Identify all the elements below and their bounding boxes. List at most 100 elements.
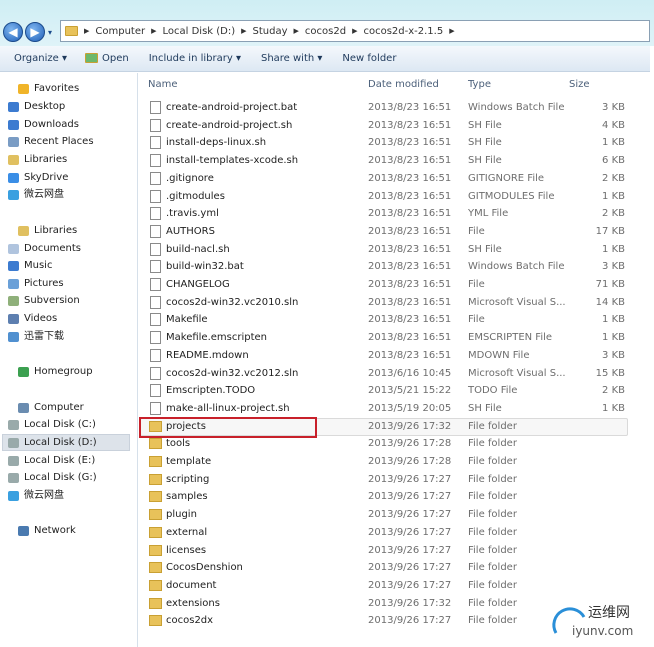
file-row[interactable]: CHANGELOG 2013/8/23 16:51 File 71 KB	[140, 276, 630, 293]
file-row[interactable]: samples 2013/9/26 17:27 File folder	[140, 488, 630, 505]
sidebar-item[interactable]: Local Disk (G:)	[8, 470, 97, 486]
sidebar-item[interactable]: Network	[18, 523, 76, 539]
sidebar-item[interactable]: 微云网盘	[8, 187, 64, 203]
file-row[interactable]: Emscripten.TODO 2013/5/21 15:22 TODO File 2…	[140, 382, 630, 399]
file-type: Windows Batch File	[468, 261, 565, 273]
share-with-button[interactable]: Share with ▾	[261, 53, 322, 64]
sidebar-item[interactable]: Downloads	[8, 117, 79, 133]
sidebar-item[interactable]: Documents	[8, 241, 81, 257]
file-name: Makefile	[166, 314, 208, 326]
sidebar-item[interactable]: Desktop	[8, 99, 65, 115]
sidebar-item[interactable]: Local Disk (D:)	[8, 435, 97, 451]
file-row[interactable]: external 2013/9/26 17:27 File folder	[140, 524, 630, 541]
file-row[interactable]: template 2013/9/26 17:28 File folder	[140, 453, 630, 470]
sidebar-item[interactable]: Homegroup	[18, 364, 93, 380]
file-row[interactable]: README.mdown 2013/8/23 16:51 MDOWN File 3 K…	[140, 347, 630, 364]
file-type: File folder	[468, 438, 517, 450]
file-row[interactable]: AUTHORS 2013/8/23 16:51 File 17 KB	[140, 223, 630, 240]
file-row[interactable]: create-android-project.sh 2013/8/23 16:51…	[140, 117, 630, 134]
file-size: 71 KB	[595, 279, 625, 290]
file-name: external	[166, 526, 208, 538]
file-date: 2013/8/23 16:51	[368, 332, 452, 344]
file-row[interactable]: CocosDenshion 2013/9/26 17:27 File folder	[140, 559, 630, 576]
file-icon	[150, 348, 161, 362]
sidebar-item-label: Music	[24, 260, 53, 271]
file-name: cocos2d-win32.vc2010.sln	[166, 296, 299, 308]
sidebar-item[interactable]: Libraries	[18, 223, 77, 239]
sidebar-item-icon	[8, 438, 19, 448]
file-type: File folder	[468, 473, 517, 485]
sidebar-item[interactable]: Computer	[18, 400, 84, 416]
sidebar-item[interactable]: Favorites	[18, 81, 79, 97]
file-type: GITIGNORE File	[468, 172, 545, 184]
sidebar-item[interactable]: Local Disk (E:)	[8, 453, 95, 469]
sidebar-item[interactable]: Libraries	[8, 152, 67, 168]
file-row[interactable]: document 2013/9/26 17:27 File folder	[140, 577, 630, 594]
file-name: template	[166, 456, 212, 467]
breadcrumb-separator-icon[interactable]: ▶	[151, 27, 156, 35]
file-row[interactable]: cocos2d-win32.vc2010.sln 2013/8/23 16:51 M…	[140, 294, 630, 311]
breadcrumb-separator-icon[interactable]: ▶	[241, 27, 246, 35]
address-bar[interactable]: ▶ Computer ▶ Local Disk (D:) ▶ Studay ▶ cocos2d…	[60, 20, 650, 42]
breadcrumb-separator-icon[interactable]: ▶	[84, 27, 89, 35]
column-headers: Name Date modified Type Size	[139, 74, 629, 94]
file-name: samples	[166, 491, 208, 503]
file-row[interactable]: install-deps-linux.sh 2013/8/23 16:51 SH F…	[140, 134, 630, 151]
breadcrumb-item[interactable]: cocos2d-x-2.1.5	[363, 26, 443, 37]
file-size: 1 KB	[602, 314, 625, 326]
file-row[interactable]: build-win32.bat 2013/8/23 16:51 Windows Ba…	[140, 258, 630, 275]
file-row[interactable]: Makefile 2013/8/23 16:51 File 1 KB	[140, 311, 630, 328]
breadcrumb-item[interactable]: Computer	[95, 26, 145, 37]
column-date-modified[interactable]: Date modified	[368, 79, 439, 90]
sidebar-item[interactable]: 微云网盘	[8, 488, 64, 504]
file-date: 2013/9/26 17:27	[368, 562, 452, 574]
file-row[interactable]: make-all-linux-project.sh 2013/5/19 20:05…	[140, 400, 630, 417]
file-row[interactable]: cocos2d-win32.vc2012.sln 2013/6/16 10:45 M…	[140, 365, 630, 382]
sidebar-item[interactable]: 迅雷下载	[8, 329, 64, 345]
file-row[interactable]: scripting 2013/9/26 17:27 File folder	[140, 471, 630, 488]
include-in-library-button[interactable]: Include in library ▾	[149, 53, 241, 64]
file-row[interactable]: plugin 2013/9/26 17:27 File folder	[140, 506, 630, 523]
folder-icon	[149, 544, 162, 556]
file-name: licenses	[166, 544, 207, 556]
column-name[interactable]: Name	[148, 79, 178, 90]
file-row[interactable]: build-nacl.sh 2013/8/23 16:51 SH File 1 KB	[140, 241, 630, 258]
breadcrumb-item[interactable]: cocos2d	[305, 26, 346, 37]
open-button[interactable]: Open	[85, 53, 129, 64]
breadcrumb-item[interactable]: Studay	[253, 26, 288, 37]
file-row[interactable]: .gitignore 2013/8/23 16:51 GITIGNORE File 2…	[140, 170, 630, 187]
new-folder-button[interactable]: New folder	[342, 53, 396, 64]
file-row[interactable]: install-templates-xcode.sh 2013/8/23 16:5…	[140, 152, 630, 169]
file-name: CocosDenshion	[166, 562, 243, 574]
file-row[interactable]: Makefile.emscripten 2013/8/23 16:51 EMSCRI…	[140, 329, 630, 346]
file-name: CHANGELOG	[166, 279, 230, 290]
recent-pages-dropdown-icon[interactable]: ▾	[48, 28, 52, 37]
sidebar-item[interactable]: Music	[8, 258, 53, 274]
file-name: extensions	[166, 597, 220, 609]
file-size: 3 KB	[602, 102, 625, 113]
file-row[interactable]: .gitmodules 2013/8/23 16:51 GITMODULES Fil…	[140, 188, 630, 205]
sidebar-item[interactable]: Recent Places	[8, 134, 94, 150]
svg-text:运维网: 运维网	[588, 605, 630, 621]
file-row[interactable]: create-android-project.bat 2013/8/23 16:5…	[140, 99, 630, 116]
sidebar-item[interactable]: Local Disk (C:)	[8, 417, 96, 433]
column-size[interactable]: Size	[569, 79, 590, 90]
breadcrumb-separator-icon[interactable]: ▶	[449, 27, 454, 35]
sidebar-item[interactable]: Pictures	[8, 276, 64, 292]
back-button[interactable]: ◀	[3, 22, 23, 42]
file-name: .gitignore	[166, 172, 214, 184]
sidebar-item[interactable]: Subversion	[8, 293, 80, 309]
sidebar-item[interactable]: Videos	[8, 311, 57, 327]
breadcrumb-item[interactable]: Local Disk (D:)	[163, 26, 236, 37]
forward-button[interactable]: ▶	[25, 22, 45, 42]
breadcrumb-separator-icon[interactable]: ▶	[294, 27, 299, 35]
file-row[interactable]: licenses 2013/9/26 17:27 File folder	[140, 542, 630, 559]
breadcrumb-separator-icon[interactable]: ▶	[352, 27, 357, 35]
organize-button[interactable]: Organize ▾	[14, 53, 67, 64]
file-type: GITMODULES File	[468, 190, 555, 202]
file-row[interactable]: .travis.yml 2013/8/23 16:51 YML File 2 KB	[140, 205, 630, 222]
column-type[interactable]: Type	[468, 79, 491, 90]
sidebar-item[interactable]: SkyDrive	[8, 170, 68, 186]
file-name: install-templates-xcode.sh	[166, 155, 299, 167]
sidebar-item-label: Computer	[34, 402, 84, 413]
